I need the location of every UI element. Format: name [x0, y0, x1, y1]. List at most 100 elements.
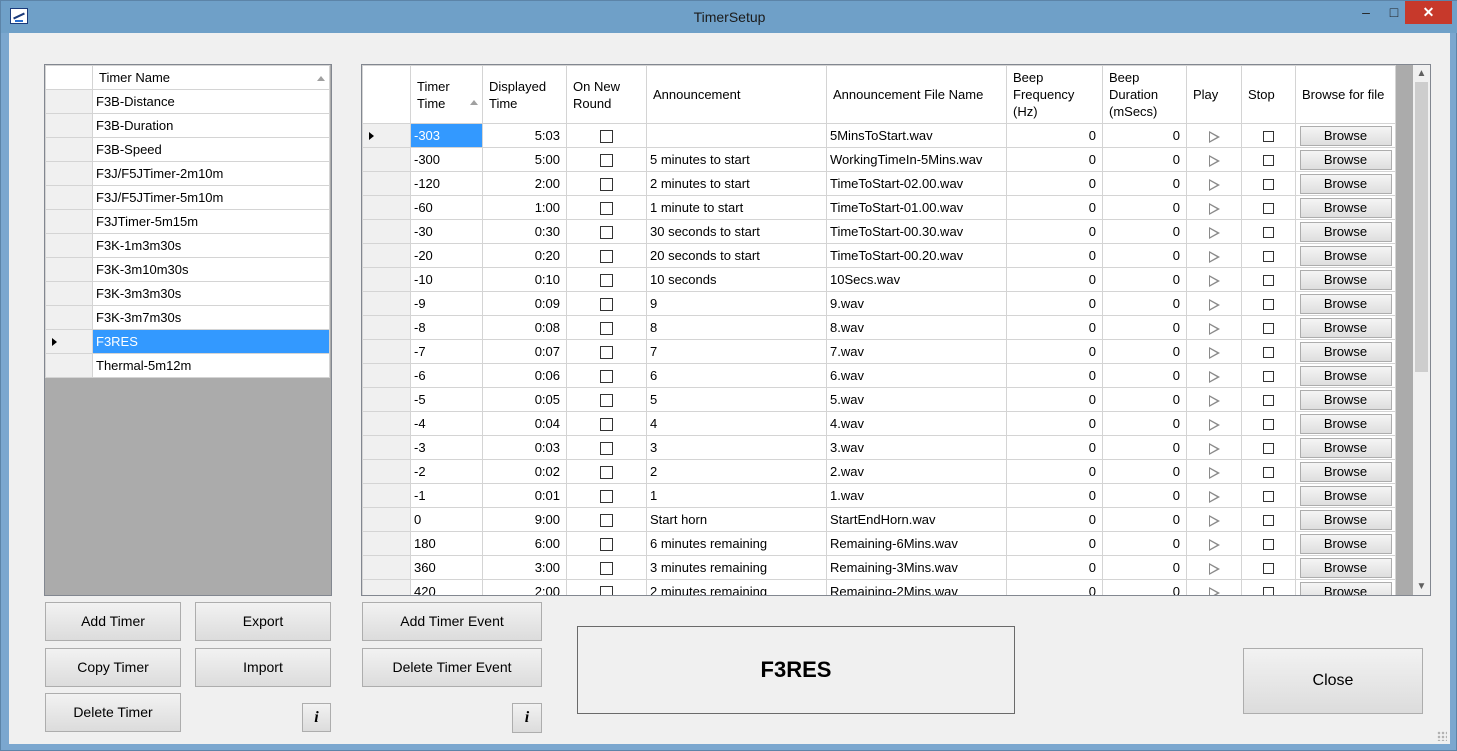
- stop-icon[interactable]: [1263, 587, 1274, 595]
- play-icon[interactable]: [1208, 562, 1220, 575]
- timer-event-row[interactable]: 180 6:00 6 minutes remaining Remaining-6Min…: [362, 531, 1396, 556]
- on-new-round-cell[interactable]: [566, 219, 647, 244]
- row-header[interactable]: [362, 291, 411, 316]
- announcement-cell[interactable]: 6 minutes remaining: [646, 531, 827, 556]
- browse-button[interactable]: Browse: [1299, 125, 1392, 146]
- timer-time-header[interactable]: Timer Time: [410, 65, 483, 124]
- events-vertical-scrollbar[interactable]: ▲ ▼: [1413, 65, 1430, 595]
- row-header[interactable]: [362, 315, 411, 340]
- play-cell[interactable]: [1186, 219, 1242, 244]
- displayed-time-cell[interactable]: 0:20: [482, 243, 567, 268]
- on-new-round-cell[interactable]: [566, 123, 647, 148]
- timer-time-cell[interactable]: -120: [410, 171, 483, 196]
- on-new-round-cell[interactable]: [566, 363, 647, 388]
- announcement-cell[interactable]: 6: [646, 363, 827, 388]
- stop-cell[interactable]: [1241, 459, 1296, 484]
- row-header[interactable]: [45, 185, 93, 210]
- timer-time-cell[interactable]: 180: [410, 531, 483, 556]
- on-new-round-checkbox[interactable]: [600, 154, 613, 168]
- announcement-cell[interactable]: 30 seconds to start: [646, 219, 827, 244]
- beep-frequency-cell[interactable]: 0: [1006, 363, 1103, 388]
- timer-time-cell[interactable]: 0: [410, 507, 483, 532]
- on-new-round-checkbox[interactable]: [600, 226, 613, 240]
- row-header[interactable]: [362, 195, 411, 220]
- displayed-time-cell[interactable]: 0:08: [482, 315, 567, 340]
- on-new-round-checkbox[interactable]: [600, 562, 613, 576]
- on-new-round-cell[interactable]: [566, 411, 647, 436]
- play-icon[interactable]: [1208, 370, 1220, 383]
- timer-event-row[interactable]: -5 0:05 5 5.wav 0 0 Browse: [362, 387, 1396, 412]
- row-header[interactable]: [362, 339, 411, 364]
- stop-icon[interactable]: [1263, 347, 1274, 359]
- timer-list-row[interactable]: Thermal-5m12m: [45, 353, 330, 378]
- stop-icon[interactable]: [1263, 155, 1274, 167]
- timer-list-row[interactable]: F3B-Duration: [45, 113, 330, 138]
- timer-name-cell[interactable]: F3J/F5JTimer-5m10m: [92, 185, 330, 210]
- stop-cell[interactable]: [1241, 315, 1296, 340]
- timer-event-row[interactable]: -6 0:06 6 6.wav 0 0 Browse: [362, 363, 1396, 388]
- timer-event-row[interactable]: -20 0:20 20 seconds to start TimeToStart-00…: [362, 243, 1396, 268]
- copy-timer-button[interactable]: Copy Timer: [45, 648, 181, 687]
- play-cell[interactable]: [1186, 531, 1242, 556]
- row-header[interactable]: [45, 113, 93, 138]
- on-new-round-checkbox[interactable]: [600, 418, 613, 432]
- stop-cell[interactable]: [1241, 291, 1296, 316]
- displayed-time-cell[interactable]: 0:03: [482, 435, 567, 460]
- stop-icon[interactable]: [1263, 227, 1274, 239]
- browse-header[interactable]: Browse for file: [1295, 65, 1396, 124]
- browse-button[interactable]: Browse: [1299, 245, 1392, 266]
- play-icon[interactable]: [1208, 130, 1220, 143]
- announcement-cell[interactable]: 3: [646, 435, 827, 460]
- stop-cell[interactable]: [1241, 411, 1296, 436]
- announcement-file-cell[interactable]: 4.wav: [826, 411, 1007, 436]
- announcement-file-cell[interactable]: 5.wav: [826, 387, 1007, 412]
- beep-duration-cell[interactable]: 0: [1102, 123, 1187, 148]
- timer-event-row[interactable]: 0 9:00 Start horn StartEndHorn.wav 0 0 Browse: [362, 507, 1396, 532]
- announcement-file-cell[interactable]: TimeToStart-01.00.wav: [826, 195, 1007, 220]
- timer-time-cell[interactable]: -8: [410, 315, 483, 340]
- row-header[interactable]: [362, 459, 411, 484]
- stop-cell[interactable]: [1241, 507, 1296, 532]
- timer-event-row[interactable]: -120 2:00 2 minutes to start TimeToStart-02…: [362, 171, 1396, 196]
- beep-duration-cell[interactable]: 0: [1102, 195, 1187, 220]
- stop-icon[interactable]: [1263, 131, 1274, 143]
- timer-time-cell[interactable]: -3: [410, 435, 483, 460]
- displayed-time-cell[interactable]: 0:04: [482, 411, 567, 436]
- announcement-cell[interactable]: 7: [646, 339, 827, 364]
- beep-frequency-cell[interactable]: 0: [1006, 147, 1103, 172]
- beep-duration-header[interactable]: Beep Duration (mSecs): [1102, 65, 1187, 124]
- announcement-file-cell[interactable]: TimeToStart-02.00.wav: [826, 171, 1007, 196]
- play-icon[interactable]: [1208, 322, 1220, 335]
- timer-time-cell[interactable]: -2: [410, 459, 483, 484]
- timer-event-row[interactable]: 420 2:00 2 minutes remaining Remaining-2Min…: [362, 579, 1396, 595]
- stop-cell[interactable]: [1241, 171, 1296, 196]
- add-timer-event-button[interactable]: Add Timer Event: [362, 602, 542, 641]
- play-icon[interactable]: [1208, 442, 1220, 455]
- announcement-file-cell[interactable]: 5MinsToStart.wav: [826, 123, 1007, 148]
- play-icon[interactable]: [1208, 226, 1220, 239]
- beep-duration-cell[interactable]: 0: [1102, 171, 1187, 196]
- beep-frequency-cell[interactable]: 0: [1006, 339, 1103, 364]
- play-icon[interactable]: [1208, 154, 1220, 167]
- timer-event-row[interactable]: -10 0:10 10 seconds 10Secs.wav 0 0 Browse: [362, 267, 1396, 292]
- beep-frequency-cell[interactable]: 0: [1006, 435, 1103, 460]
- beep-duration-cell[interactable]: 0: [1102, 363, 1187, 388]
- row-header[interactable]: [45, 329, 93, 354]
- beep-frequency-cell[interactable]: 0: [1006, 123, 1103, 148]
- add-timer-button[interactable]: Add Timer: [45, 602, 181, 641]
- row-header[interactable]: [362, 243, 411, 268]
- announcement-file-cell[interactable]: 1.wav: [826, 483, 1007, 508]
- announcement-cell[interactable]: 4: [646, 411, 827, 436]
- on-new-round-cell[interactable]: [566, 195, 647, 220]
- on-new-round-cell[interactable]: [566, 315, 647, 340]
- play-cell[interactable]: [1186, 243, 1242, 268]
- announcement-file-cell[interactable]: 6.wav: [826, 363, 1007, 388]
- timer-name-cell[interactable]: F3J/F5JTimer-2m10m: [92, 161, 330, 186]
- beep-duration-cell[interactable]: 0: [1102, 147, 1187, 172]
- timer-event-row[interactable]: -30 0:30 30 seconds to start TimeToStart-00…: [362, 219, 1396, 244]
- on-new-round-checkbox[interactable]: [600, 178, 613, 192]
- announcement-cell[interactable]: 20 seconds to start: [646, 243, 827, 268]
- timer-list-row[interactable]: F3K-3m10m30s: [45, 257, 330, 282]
- play-cell[interactable]: [1186, 267, 1242, 292]
- announcement-cell[interactable]: 9: [646, 291, 827, 316]
